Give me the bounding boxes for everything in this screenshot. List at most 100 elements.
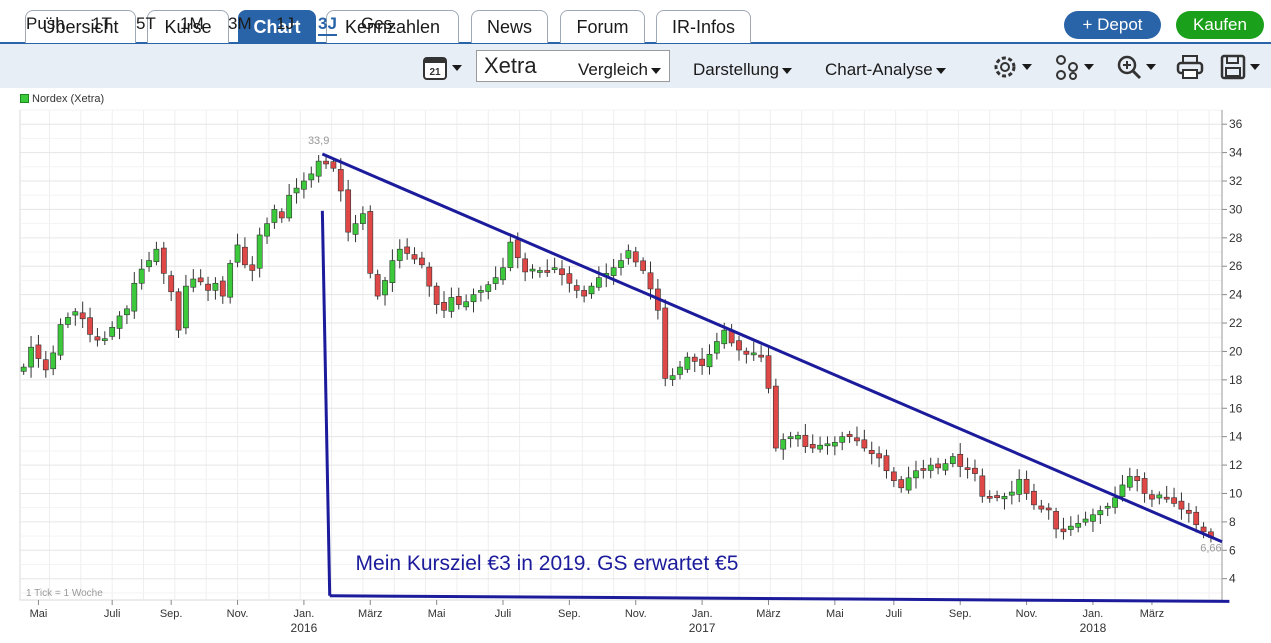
- candle-body: [522, 258, 529, 273]
- candle-body: [1067, 525, 1074, 530]
- candle-body: [1178, 500, 1185, 510]
- candle-body: [1016, 478, 1023, 495]
- x-tick-label: Juli: [104, 608, 121, 620]
- candle-body: [544, 270, 551, 273]
- candle-body: [514, 239, 521, 259]
- candle-body: [20, 366, 27, 372]
- y-tick-label: 4: [1229, 572, 1236, 586]
- candle-body: [500, 267, 506, 281]
- y-tick-label: 34: [1229, 146, 1243, 160]
- plot-area: [19, 109, 1223, 601]
- candle-body: [1200, 526, 1207, 533]
- candle-body: [492, 277, 499, 284]
- candle-body: [1119, 484, 1126, 497]
- y-tick-label: 28: [1229, 231, 1243, 245]
- candle-body: [618, 260, 624, 268]
- candle-body: [345, 189, 352, 233]
- x-tick-label: Sep.: [160, 608, 183, 620]
- candle-body: [772, 385, 779, 449]
- candle-body: [736, 340, 742, 351]
- candle-body: [79, 312, 86, 320]
- y-tick-label: 26: [1229, 259, 1243, 273]
- candle-body: [197, 277, 204, 283]
- candle-body: [455, 296, 462, 305]
- candle-body: [677, 366, 683, 375]
- x-year-label: 2016: [291, 621, 318, 635]
- x-tick-label: Nov.: [625, 608, 647, 620]
- y-tick-label: 30: [1229, 202, 1243, 216]
- x-tick-label: Nov.: [227, 608, 249, 620]
- x-tick-label: Mai: [428, 608, 446, 620]
- y-tick-label: 8: [1229, 515, 1236, 529]
- candle-body: [183, 285, 189, 329]
- candle-body: [588, 285, 595, 295]
- candle-body: [190, 278, 197, 288]
- price-label: 6,66: [1200, 543, 1221, 555]
- candle-body: [360, 213, 366, 224]
- candle-body: [35, 344, 42, 359]
- y-tick-label: 36: [1229, 117, 1243, 131]
- candle-body: [87, 317, 93, 335]
- candle-body: [839, 436, 846, 443]
- y-tick-label: 10: [1229, 486, 1243, 500]
- candle-body: [669, 375, 676, 380]
- candle-body: [787, 436, 794, 439]
- x-tick-label: Jan.: [1083, 608, 1104, 620]
- candle-body: [573, 285, 580, 291]
- candle-body: [124, 308, 130, 316]
- candle-body: [352, 223, 359, 235]
- candle-body: [1171, 497, 1177, 504]
- candle-body: [441, 302, 447, 311]
- candle-body: [913, 470, 919, 479]
- candle-body: [57, 324, 64, 356]
- candle-body: [323, 160, 329, 165]
- candle-body: [972, 467, 978, 474]
- tick-note: 1 Tick = 1 Woche: [26, 588, 103, 599]
- candle-body: [854, 437, 860, 442]
- candle-body: [1149, 494, 1155, 500]
- candle-body: [301, 180, 307, 190]
- candle-body: [242, 246, 248, 266]
- candle-body: [758, 354, 764, 358]
- candle-body: [205, 283, 211, 291]
- candle-body: [1097, 510, 1104, 516]
- candle-body: [1075, 523, 1082, 528]
- candle-body: [94, 336, 101, 341]
- candle-body: [750, 352, 757, 356]
- candle-body: [1104, 505, 1111, 509]
- candle-body: [1023, 478, 1030, 494]
- candle-body: [1060, 528, 1067, 533]
- candle-body: [632, 251, 639, 263]
- candle-body: [721, 329, 728, 345]
- candle-body: [72, 311, 79, 316]
- x-tick-label: Jan.: [692, 608, 713, 620]
- x-tick-label: März: [358, 608, 382, 620]
- candle-body: [234, 244, 241, 263]
- candle-body: [382, 280, 388, 296]
- candle-body: [1038, 505, 1045, 510]
- candle-body: [116, 315, 123, 329]
- candle-body: [278, 211, 285, 219]
- candle-body: [109, 327, 116, 337]
- candle-body: [935, 463, 941, 469]
- candle-body: [367, 211, 374, 274]
- candle-body: [1185, 509, 1192, 514]
- candle-body: [433, 285, 440, 305]
- candle-body: [831, 442, 838, 447]
- candle-body: [138, 268, 145, 284]
- candle-body: [507, 241, 514, 268]
- candle-body: [1163, 496, 1170, 500]
- candle-body: [153, 248, 160, 262]
- candle-body: [374, 274, 381, 297]
- candle-body: [610, 267, 617, 276]
- candle-body: [905, 477, 912, 491]
- candle-body: [824, 443, 831, 447]
- y-tick-label: 18: [1229, 373, 1243, 387]
- y-tick-label: 14: [1229, 430, 1243, 444]
- candle-body: [160, 247, 167, 274]
- candle-body: [1126, 476, 1133, 488]
- candle-body: [419, 257, 425, 266]
- candle-body: [795, 434, 801, 440]
- candle-body: [65, 317, 71, 325]
- candle-body: [1134, 476, 1141, 481]
